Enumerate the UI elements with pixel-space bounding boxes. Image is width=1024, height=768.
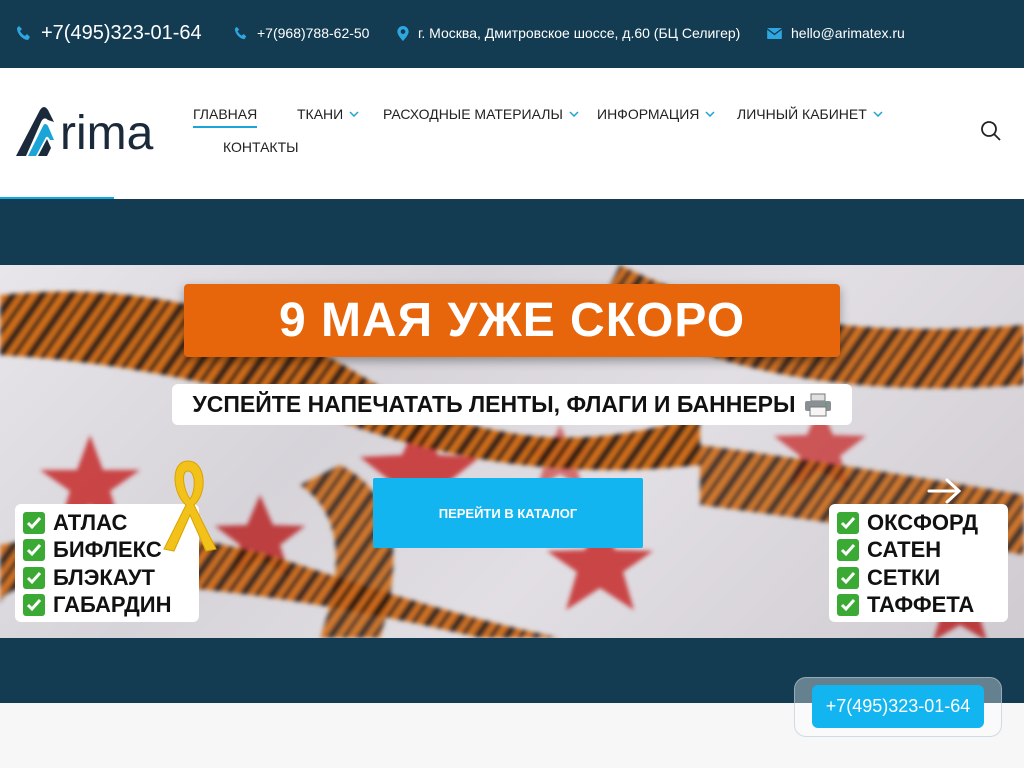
check-icon [23, 594, 45, 617]
catalog-button[interactable]: ПЕРЕЙТИ В КАТАЛОГ [373, 478, 643, 548]
phone2-link[interactable]: +7(968)788-62-50 [234, 0, 369, 66]
list-item-label: ОКСФОРД [867, 509, 978, 535]
phone-icon [17, 26, 30, 40]
list-item: СЕТКИ [837, 564, 1000, 592]
list-item: ГАБАРДИН [23, 592, 191, 620]
nav-contacts[interactable]: КОНТАКТЫ [223, 139, 299, 155]
ribbon-icon [163, 460, 217, 552]
list-item-label: АТЛАС [53, 509, 128, 535]
logo[interactable]: rima [14, 106, 190, 160]
chevron-down-icon [569, 111, 579, 117]
search-icon [981, 121, 1001, 141]
main-phone-link[interactable]: +7(495)323-01-64 [16, 0, 202, 66]
phone2-text: +7(968)788-62-50 [257, 25, 370, 41]
nav-supplies[interactable]: РАСХОДНЫЕ МАТЕРИАЛЫ [383, 106, 579, 122]
list-item: БЛЭКАУТ [23, 564, 191, 592]
list-item-label: САТЕН [867, 537, 942, 563]
hero-subline: УСПЕЙТЕ НАПЕЧАТАТЬ ЛЕНТЫ, ФЛАГИ И БАННЕР… [172, 384, 852, 425]
hero-slide: 9 МАЯ УЖЕ СКОРО УСПЕЙТЕ НАПЕЧАТАТЬ ЛЕНТЫ… [0, 265, 1024, 638]
phone-icon [234, 26, 247, 40]
nav-fabrics[interactable]: ТКАНИ [297, 106, 359, 122]
list-item: ТАФФЕТА [837, 592, 1000, 620]
mail-icon [767, 27, 782, 39]
list-item: ОКСФОРД [837, 509, 1000, 537]
nav-info[interactable]: ИНФОРМАЦИЯ [597, 106, 715, 122]
active-underline [193, 126, 258, 128]
nav-account-label: ЛИЧНЫЙ КАБИНЕТ [737, 106, 867, 122]
address: г. Москва, Дмитровское шоссе, д.60 (БЦ С… [397, 0, 740, 66]
nav-fabrics-label: ТКАНИ [297, 106, 344, 122]
location-icon [397, 25, 409, 41]
arrow-right-icon[interactable] [927, 477, 963, 505]
list-item-label: БЛЭКАУТ [53, 564, 155, 590]
list-item-label: ГАБАРДИН [53, 592, 172, 618]
fabric-list-right: ОКСФОРД САТЕН СЕТКИ ТАФФЕТА [829, 504, 1008, 622]
check-icon [23, 566, 45, 589]
main-phone-text: +7(495)323-01-64 [41, 21, 202, 44]
site-header: rima ГЛАВНАЯ ТКАНИ РАСХОДНЫЕ МАТЕРИАЛЫ И… [0, 68, 1024, 201]
hero-subline-text: УСПЕЙТЕ НАПЕЧАТАТЬ ЛЕНТЫ, ФЛАГИ И БАННЕР… [192, 391, 796, 417]
check-icon [837, 566, 859, 589]
email-text: hello@arimatex.ru [791, 25, 905, 41]
address-text: г. Москва, Дмитровское шоссе, д.60 (БЦ С… [418, 25, 741, 41]
nav-info-label: ИНФОРМАЦИЯ [597, 106, 700, 122]
chevron-down-icon [873, 111, 883, 117]
hero-headline: 9 МАЯ УЖЕ СКОРО [184, 284, 840, 357]
top-bar: +7(495)323-01-64 +7(968)788-62-50 г. Мос… [0, 0, 1024, 68]
check-icon [837, 594, 859, 617]
search-button[interactable] [980, 120, 1002, 142]
chevron-down-icon [349, 111, 359, 117]
list-item-label: ТАФФЕТА [867, 592, 975, 618]
printer-icon [804, 393, 831, 416]
list-item-label: БИФЛЕКС [53, 537, 162, 563]
logo-text: rima [60, 107, 154, 156]
nav-account[interactable]: ЛИЧНЫЙ КАБИНЕТ [737, 106, 883, 122]
list-item: САТЕН [837, 537, 1000, 565]
nav-supplies-label: РАСХОДНЫЕ МАТЕРИАЛЫ [383, 106, 563, 122]
check-icon [837, 511, 859, 534]
list-item-label: СЕТКИ [867, 564, 941, 590]
check-icon [23, 539, 45, 562]
check-icon [837, 539, 859, 562]
nav-contacts-label: КОНТАКТЫ [223, 139, 299, 155]
floating-phone-button[interactable]: +7(495)323-01-64 [812, 685, 984, 728]
nav-home[interactable]: ГЛАВНАЯ [193, 106, 258, 128]
chevron-down-icon [705, 111, 715, 117]
nav-home-label: ГЛАВНАЯ [193, 106, 258, 122]
email-link[interactable]: hello@arimatex.ru [767, 0, 905, 66]
check-icon [23, 511, 45, 534]
